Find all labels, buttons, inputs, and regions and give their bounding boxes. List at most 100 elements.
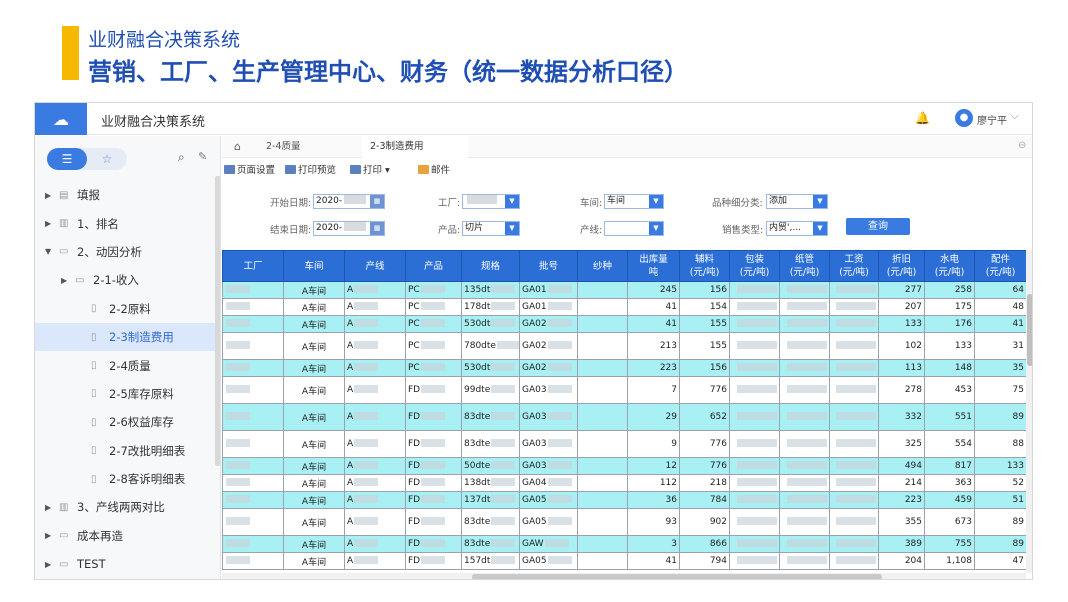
chevron-down-icon[interactable]: ▼ — [649, 222, 663, 235]
caret-right-icon[interactable]: ▶ — [61, 276, 71, 285]
sidebar-item[interactable]: ▯ 2-5库存原料 — [35, 380, 215, 408]
pin-icon[interactable]: ✎ — [198, 150, 207, 163]
redacted-value — [787, 363, 827, 371]
table-cell: 99dte — [461, 376, 520, 404]
page-setup-button[interactable]: 页面设置 — [224, 162, 275, 176]
doc-icon: ▯ — [91, 473, 97, 485]
end-date-field[interactable]: 2020- ▦ — [313, 221, 385, 236]
table-row[interactable]: A车间 A FD 83dte GAW 3 866 389 755 89 — [222, 535, 1026, 553]
mail-button[interactable]: 邮件 — [418, 162, 450, 176]
factory-select[interactable]: ▼ — [462, 194, 520, 209]
sidebar-item[interactable]: ▯ 2-8客诉明细表 — [35, 465, 215, 493]
table-cell: 817 — [924, 457, 975, 475]
caret-right-icon[interactable]: ▶ — [45, 219, 55, 228]
sidebar-item[interactable]: ▶ ▤ 填报 — [35, 181, 215, 209]
column-header[interactable]: 产品 — [405, 250, 462, 282]
chevron-down-icon[interactable]: ⌵ — [1011, 111, 1019, 122]
cloud-logo-icon[interactable]: ☁ — [35, 103, 87, 135]
sidebar-item[interactable]: ▶ ▭ 成本再造 — [35, 522, 215, 550]
caret-right-icon[interactable]: ▶ — [45, 531, 55, 540]
sidebar-view-toggle[interactable]: ☰ ☆ — [47, 148, 127, 170]
column-header[interactable]: 车间 — [283, 250, 345, 282]
sidebar-item[interactable]: ▯ 2-4质量 — [35, 351, 215, 379]
table-row[interactable]: A车间 A FD 99dte GA03 7 776 278 453 75 — [222, 376, 1026, 404]
print-preview-button[interactable]: 打印预览 — [285, 162, 336, 176]
column-header[interactable]: 纸管 (元/吨) — [779, 250, 830, 282]
table-row[interactable]: A车间 A FD 50dte GA03 12 776 494 817 133 — [222, 457, 1026, 475]
chevron-down-icon[interactable]: ▼ — [505, 222, 519, 235]
redacted-value — [547, 556, 572, 564]
column-header[interactable]: 批号 — [519, 250, 578, 282]
sidebar-item[interactable]: ▶ ▥ 3、产线两两对比 — [35, 493, 215, 521]
sales-type-select[interactable]: 内贸',... ▼ — [766, 221, 828, 236]
menu-list-icon[interactable]: ☰ — [47, 148, 87, 170]
table-horizontal-scrollbar[interactable] — [222, 573, 1026, 579]
scroll-thumb[interactable] — [472, 574, 882, 579]
table-row[interactable]: A车间 A PC 530dt GA02 223 156 113 148 35 — [222, 359, 1026, 377]
chevron-down-icon[interactable]: ▼ — [649, 195, 663, 208]
table-vertical-scrollbar[interactable] — [1026, 250, 1032, 573]
sidebar-item[interactable]: ▯ 2-6权益库存 — [35, 408, 215, 436]
chevron-down-icon[interactable]: ▼ — [505, 195, 519, 208]
favorites-star-icon[interactable]: ☆ — [87, 148, 127, 170]
sidebar-item[interactable]: ▯ 2-2原料 — [35, 295, 215, 323]
sidebar-scrollbar[interactable] — [215, 176, 220, 466]
column-header[interactable]: 折旧 (元/吨) — [878, 250, 925, 282]
table-row[interactable]: A车间 A FD 157dt GA05 41 794 204 1,108 47 — [222, 552, 1026, 570]
user-name[interactable]: 廖宁平 — [977, 112, 1007, 127]
table-row[interactable]: A车间 A FD 83dte GA03 29 652 332 551 89 — [222, 403, 1026, 431]
print-button[interactable]: 打印 ▾ — [350, 162, 390, 176]
caret-right-icon[interactable]: ▶ — [45, 191, 55, 200]
sidebar-item[interactable]: ▯ 2-7改批明细表 — [35, 437, 215, 465]
start-date-field[interactable]: 2020- ▦ — [313, 194, 385, 209]
search-icon[interactable]: ⌕ — [178, 150, 185, 165]
table-row[interactable]: A车间 A FD 137dt GA05 36 784 223 459 51 — [222, 491, 1026, 509]
table-cell: A — [344, 535, 406, 553]
table-row[interactable]: A车间 A FD 83dte GA03 9 776 325 554 88 — [222, 430, 1026, 458]
product-select[interactable]: 切片 ▼ — [462, 221, 520, 236]
doc-icon: ▯ — [91, 360, 97, 372]
column-header[interactable]: 包装 (元/吨) — [729, 250, 780, 282]
sidebar-item[interactable]: ▯ 2-3制造费用 — [35, 322, 215, 352]
column-header[interactable]: 规格 — [461, 250, 520, 282]
column-header[interactable]: 水电 (元/吨) — [924, 250, 975, 282]
sidebar-item[interactable]: ▶ ▭ 2-1-收入 — [35, 266, 215, 294]
table-cell — [729, 535, 780, 553]
sidebar-item[interactable]: ▼ ▭ 2、动因分析 — [35, 238, 215, 266]
sidebar-item[interactable]: ▶ ▭ TEST — [35, 550, 215, 578]
close-icon[interactable]: ⊖ — [1018, 140, 1026, 151]
table-cell: 245 — [627, 281, 680, 299]
tab-quality[interactable]: 2-4质量 — [258, 136, 309, 158]
table-row[interactable]: A车间 A PC 530dt GA02 41 155 133 176 41 — [222, 315, 1026, 333]
column-header[interactable]: 工资 (元/吨) — [829, 250, 879, 282]
column-header[interactable]: 配件 (元/吨) — [974, 250, 1026, 282]
table-row[interactable]: A车间 A PC 135dt GA01 245 156 277 258 64 — [222, 281, 1026, 299]
chevron-down-icon[interactable]: ▼ — [813, 195, 827, 208]
bell-icon[interactable]: 🔔 — [915, 111, 930, 125]
user-avatar-icon[interactable]: ● — [955, 109, 973, 127]
table-row[interactable]: A车间 A PC 780dte GA02 213 155 102 133 31 — [222, 332, 1026, 360]
workshop-select[interactable]: 车间 ▼ — [604, 194, 664, 209]
table-row[interactable]: A车间 A FD 83dte GA05 93 902 355 673 89 — [222, 508, 1026, 536]
scroll-thumb[interactable] — [1027, 294, 1032, 366]
column-header[interactable]: 工厂 — [222, 250, 284, 282]
chevron-down-icon[interactable]: ▼ — [813, 222, 827, 235]
home-icon[interactable]: ⌂ — [234, 140, 241, 153]
query-button[interactable]: 查询 — [846, 218, 910, 235]
caret-right-icon[interactable]: ▶ — [45, 503, 55, 512]
column-header[interactable]: 纱种 — [577, 250, 628, 282]
calendar-icon[interactable]: ▦ — [370, 222, 384, 235]
calendar-icon[interactable]: ▦ — [370, 195, 384, 208]
line-select[interactable]: ▼ — [604, 221, 664, 236]
sidebar-item[interactable]: ▶ ▥ 1、排名 — [35, 209, 215, 237]
column-header[interactable]: 产线 — [344, 250, 406, 282]
caret-down-icon[interactable]: ▼ — [45, 247, 55, 256]
column-header[interactable]: 辅料 (元/吨) — [679, 250, 730, 282]
column-header[interactable]: 出库量 吨 — [627, 250, 680, 282]
variety-select[interactable]: 添加 ▼ — [766, 194, 828, 209]
table-row[interactable]: A车间 A FD 138dt GA04 112 218 214 363 52 — [222, 474, 1026, 492]
print-dropdown-icon[interactable]: ▾ — [385, 165, 390, 176]
table-row[interactable]: A车间 A PC 178dt GA01 41 154 207 175 48 — [222, 298, 1026, 316]
caret-right-icon[interactable]: ▶ — [45, 560, 55, 569]
tab-manufacturing-cost[interactable]: 2-3制造费用 — [362, 136, 468, 158]
